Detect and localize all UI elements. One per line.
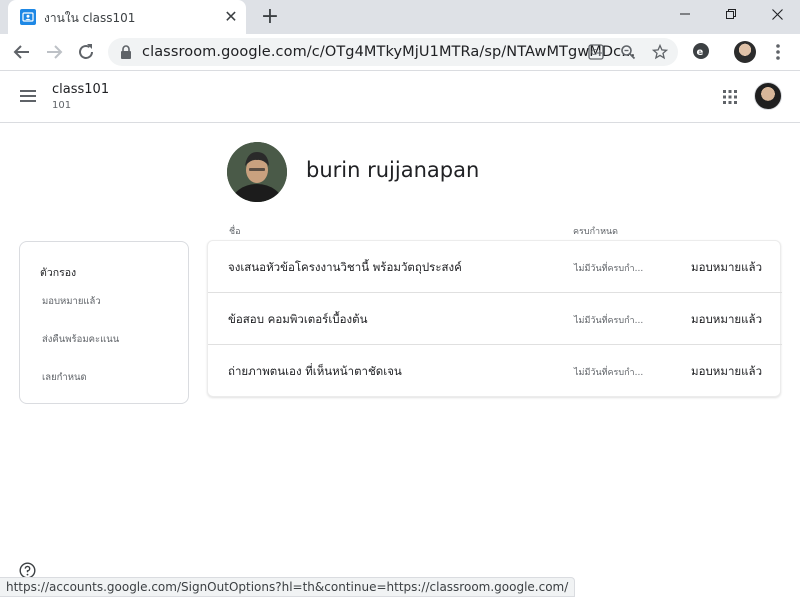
- assignment-due: ไม่มีวันที่ครบกำ...: [574, 316, 644, 326]
- browser-tab[interactable]: งานใน class101 ✕: [8, 0, 246, 34]
- new-tab-button[interactable]: +: [258, 5, 282, 29]
- star-icon[interactable]: [652, 44, 668, 60]
- arrow-forward-icon: [47, 45, 63, 59]
- reload-button[interactable]: [74, 40, 98, 64]
- column-header-name: ชื่อ: [229, 227, 241, 237]
- address-bar[interactable]: classroom.google.com/c/OTg4MTkyMjU1MTRa/…: [108, 38, 678, 66]
- assignment-status: มอบหมายแล้ว: [691, 260, 763, 274]
- more-vert-icon[interactable]: [772, 43, 784, 61]
- filter-item-returned-graded[interactable]: ส่งคืนพร้อมคะแนน: [42, 332, 119, 347]
- filter-item-missing[interactable]: เลยกำหนด: [42, 370, 87, 385]
- assignment-list: จงเสนอหัวข้อโครงงานวิชานี้ พร้อมวัตถุประ…: [207, 240, 782, 397]
- apps-grid-icon[interactable]: [722, 89, 738, 105]
- arrow-back-icon: [13, 45, 29, 59]
- filter-card: ตัวกรอง มอบหมายแล้ว ส่งคืนพร้อมคะแนน เลย…: [19, 241, 189, 404]
- zoom-icon[interactable]: [620, 44, 636, 60]
- browser-status-bar: https://accounts.google.com/SignOutOptio…: [0, 577, 576, 597]
- app-header: class101 101: [0, 71, 800, 123]
- assignment-status: มอบหมายแล้ว: [691, 312, 763, 326]
- assignment-status: มอบหมายแล้ว: [691, 364, 763, 378]
- assignment-due: ไม่มีวันที่ครบกำ...: [574, 368, 644, 378]
- classroom-favicon-icon: [20, 9, 36, 25]
- back-button[interactable]: [10, 40, 34, 64]
- class-title[interactable]: class101: [52, 82, 109, 97]
- assignment-title[interactable]: จงเสนอหัวข้อโครงงานวิชานี้ พร้อมวัตถุประ…: [228, 259, 462, 277]
- student-avatar: [227, 142, 287, 202]
- svg-text:G: G: [591, 48, 597, 57]
- tab-close-icon[interactable]: ✕: [222, 8, 240, 26]
- forward-button[interactable]: [42, 40, 66, 64]
- svg-text:e: e: [697, 47, 704, 58]
- browser-toolbar: classroom.google.com/c/OTg4MTkyMjU1MTRa/…: [0, 34, 800, 71]
- assignment-row[interactable]: จงเสนอหัวข้อโครงงานวิชานี้ พร้อมวัตถุประ…: [208, 241, 782, 293]
- window-restore-button[interactable]: [708, 0, 754, 30]
- account-avatar[interactable]: [754, 82, 782, 110]
- filter-item-assigned[interactable]: มอบหมายแล้ว: [42, 294, 101, 309]
- column-header-due: ครบกำหนด: [573, 227, 618, 237]
- profile-avatar-icon[interactable]: [734, 41, 756, 63]
- window-minimize-button[interactable]: [662, 0, 708, 30]
- window-close-button[interactable]: [754, 0, 800, 30]
- assignment-row[interactable]: ถ่ายภาพตนเอง ที่เห็นหน้าตาชัดเจน ไม่มีวั…: [208, 345, 782, 397]
- reload-icon: [79, 44, 93, 59]
- translate-icon[interactable]: G: [588, 44, 604, 60]
- assignment-title[interactable]: ข้อสอบ คอมพิวเตอร์เบื้องต้น: [228, 311, 367, 329]
- assignment-due: ไม่มีวันที่ครบกำ...: [574, 264, 644, 274]
- assignment-row[interactable]: ข้อสอบ คอมพิวเตอร์เบื้องต้น ไม่มีวันที่ค…: [208, 293, 782, 345]
- hamburger-icon[interactable]: [19, 87, 37, 105]
- tab-title: งานใน class101: [44, 11, 136, 25]
- browser-tab-strip: งานใน class101 ✕ +: [0, 0, 800, 34]
- url-text[interactable]: classroom.google.com/c/OTg4MTkyMjU1MTRa/…: [142, 44, 635, 60]
- extension-icon[interactable]: e: [692, 42, 710, 60]
- class-section: 101: [52, 100, 72, 111]
- filter-title: ตัวกรอง: [40, 267, 77, 279]
- assignment-title[interactable]: ถ่ายภาพตนเอง ที่เห็นหน้าตาชัดเจน: [228, 363, 402, 381]
- student-name: burin rujjanapan: [306, 158, 480, 182]
- lock-icon: [121, 45, 131, 59]
